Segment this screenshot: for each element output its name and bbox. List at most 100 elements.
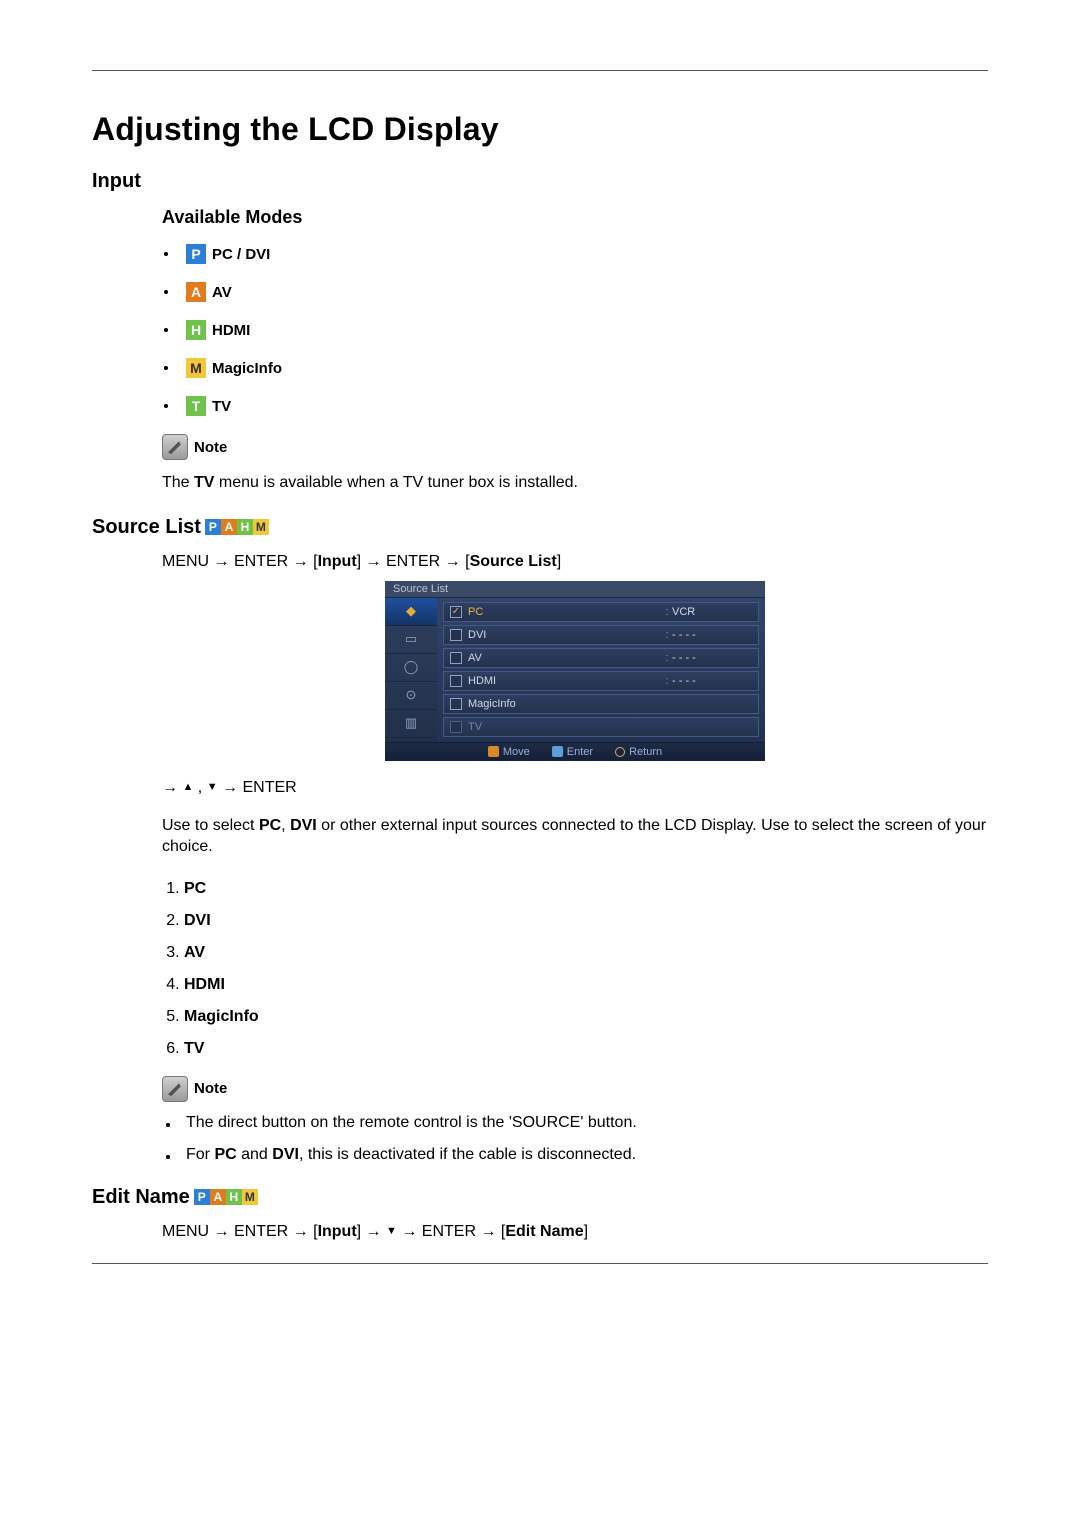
note-label: Note	[194, 439, 227, 456]
b2-dvi: DVI	[272, 1146, 299, 1163]
a-icon: A	[210, 1189, 226, 1205]
osd-row-name: AV	[468, 652, 662, 664]
bullet-dot-icon	[164, 328, 168, 332]
move-icon	[488, 746, 499, 757]
osd-title: Source List	[385, 581, 765, 598]
osd-row: PC:VCR	[443, 602, 759, 622]
osd-row: MagicInfo	[443, 694, 759, 714]
osd-footer-enter: Enter	[552, 746, 593, 758]
p-icon: P	[194, 1189, 210, 1205]
source-list-menu-path: MENU → ENTER → [Input] → ENTER → [Source…	[162, 553, 988, 571]
source-item: PC	[184, 880, 988, 898]
osd-checkbox-icon	[450, 721, 462, 733]
osd-checkbox-icon	[450, 675, 462, 687]
osd-checkbox-icon	[450, 606, 462, 618]
up-triangle-icon: ▲	[182, 782, 193, 793]
a-icon: A	[186, 282, 206, 302]
mode-label: HDMI	[212, 322, 250, 339]
note-text-post: menu is available when a TV tuner box is…	[214, 474, 577, 491]
section-input-heading: Input	[92, 170, 988, 193]
section-edit-name-heading: Edit Name P A H M	[92, 1186, 988, 1209]
bullet-2: For PC and DVI, this is deactivated if t…	[162, 1146, 988, 1164]
bullet-1-text: The direct button on the remote control …	[186, 1114, 637, 1132]
mode-item: A AV	[162, 282, 988, 302]
osd-checkbox-icon	[450, 652, 462, 664]
edit-name-icon-strip: P A H M	[194, 1189, 258, 1205]
source-item: DVI	[184, 912, 988, 930]
path-sourcelist: Source List	[470, 553, 557, 570]
bullet-dot-icon	[164, 290, 168, 294]
osd-footer-enter-label: Enter	[567, 746, 593, 758]
edit-name-heading-text: Edit Name	[92, 1186, 190, 1209]
note-icon	[162, 1076, 188, 1102]
osd-sidebar: ◆ ▭ ◯ ⊙ ▥	[385, 598, 437, 742]
note-text: The TV menu is available when a TV tuner…	[162, 472, 988, 494]
bullet-dot-icon	[164, 404, 168, 408]
note-text-pre: The	[162, 474, 194, 491]
section-source-list-heading: Source List P A H M	[92, 516, 988, 539]
osd-row-name: DVI	[468, 629, 662, 641]
osd-row-name: HDMI	[468, 675, 662, 687]
osd-row: HDMI:- - - -	[443, 671, 759, 691]
note-row: Note	[162, 434, 988, 460]
osd-checkbox-icon	[450, 698, 462, 710]
p-icon: P	[205, 519, 221, 535]
sources-ordered-list: PCDVIAVHDMIMagicInfoTV	[184, 880, 988, 1058]
mode-item: P PC / DVI	[162, 244, 988, 264]
osd-side-icon-3: ◯	[385, 654, 437, 682]
m-icon: M	[186, 358, 206, 378]
osd-footer-move: Move	[488, 746, 530, 758]
bullet-dot-icon	[164, 252, 168, 256]
bullet-2-text: For PC and DVI, this is deactivated if t…	[186, 1146, 636, 1164]
enter-icon	[552, 746, 563, 757]
osd-checkbox-icon	[450, 629, 462, 641]
note-row-2: Note	[162, 1076, 988, 1102]
bullet-dot-icon	[166, 1123, 170, 1127]
available-modes-heading: Available Modes	[162, 207, 988, 228]
mode-label: AV	[212, 284, 232, 301]
h-icon: H	[237, 519, 253, 535]
en-path-input: Input	[318, 1223, 357, 1240]
edit-name-menu-path: MENU → ENTER → [Input] → ▼ → ENTER → [Ed…	[162, 1223, 988, 1241]
osd-row-name: PC	[468, 606, 662, 618]
en-path-post: ]	[584, 1223, 588, 1240]
desc-dvi: DVI	[290, 817, 317, 834]
down-triangle-icon: ▼	[207, 782, 218, 793]
en-path-pre: MENU → ENTER → [	[162, 1223, 318, 1240]
mode-item: T TV	[162, 396, 988, 416]
m-icon: M	[253, 519, 269, 535]
osd-screenshot: Source List ◆ ▭ ◯ ⊙ ▥ PC:VCR DVI:- - - -…	[162, 581, 988, 761]
osd-panel: Source List ◆ ▭ ◯ ⊙ ▥ PC:VCR DVI:- - - -…	[385, 581, 765, 761]
arrow-navigation-line: → ▲ , ▼ → ENTER	[162, 779, 988, 797]
bottom-divider	[92, 1263, 988, 1264]
arrow-post: → ENTER	[218, 779, 297, 796]
path-post: ]	[557, 553, 561, 570]
source-item: TV	[184, 1040, 988, 1058]
note-text-bold: TV	[194, 474, 214, 491]
en-path-mid1: ] →	[357, 1223, 386, 1240]
b2-mid: and	[237, 1146, 273, 1163]
osd-side-icon-5: ▥	[385, 710, 437, 738]
en-path-editname: Edit Name	[505, 1223, 583, 1240]
t-icon: T	[186, 396, 206, 416]
osd-rows: PC:VCR DVI:- - - - AV:- - - - HDMI:- - -…	[437, 598, 765, 742]
note-label-2: Note	[194, 1080, 227, 1097]
a-icon: A	[221, 519, 237, 535]
osd-side-icon-4: ⊙	[385, 682, 437, 710]
source-list-bullets: The direct button on the remote control …	[162, 1114, 988, 1164]
osd-side-icon-1: ◆	[385, 598, 437, 626]
h-icon: H	[186, 320, 206, 340]
document-page: Adjusting the LCD Display Input Availabl…	[0, 0, 1080, 1304]
desc-pre: Use to select	[162, 817, 259, 834]
bullet-dot-icon	[166, 1155, 170, 1159]
path-input: Input	[318, 553, 357, 570]
arrow-pre: →	[162, 779, 182, 796]
osd-row-name: MagicInfo	[468, 698, 662, 710]
osd-row: DVI:- - - -	[443, 625, 759, 645]
osd-footer-return-label: Return	[629, 746, 662, 758]
b2-post: , this is deactivated if the cable is di…	[299, 1146, 636, 1163]
note-icon	[162, 434, 188, 460]
source-list-icon-strip: P A H M	[205, 519, 269, 535]
bullet-1: The direct button on the remote control …	[162, 1114, 988, 1132]
mode-label: PC / DVI	[212, 246, 270, 263]
